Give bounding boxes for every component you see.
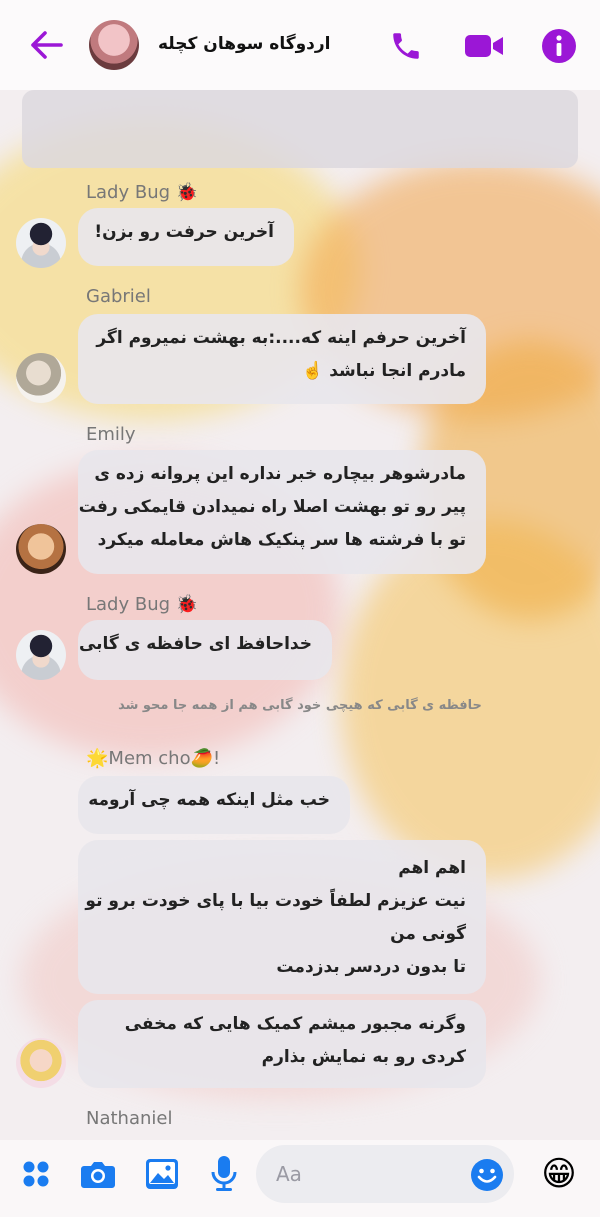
message-bubble[interactable]: آخرین حرفت رو بزن! xyxy=(78,208,294,266)
apps-grid-icon[interactable] xyxy=(18,1156,54,1192)
message-text: آخرین حرفم اینه که....:به بهشت نمیروم اگ… xyxy=(96,328,466,348)
avatar[interactable] xyxy=(16,218,66,268)
message-text: تو با فرشته ها سر پنکیک هاش معامله میکرد xyxy=(97,530,466,550)
group-avatar[interactable] xyxy=(89,20,139,70)
message-text: وگرنه مجبور میشم کمیک هایی که مخفی xyxy=(124,1014,466,1034)
avatar[interactable] xyxy=(16,353,66,403)
camera-icon[interactable] xyxy=(78,1156,118,1192)
message-text: پیر رو تو بهشت اصلا راه نمیدادن قایمکی ر… xyxy=(78,497,466,517)
message-bubble[interactable]: مادرشوهر بیچاره خبر نداره این پروانه زده… xyxy=(78,450,486,574)
info-icon[interactable] xyxy=(540,27,578,65)
message-text: مادرشوهر بیچاره خبر نداره این پروانه زده… xyxy=(94,464,466,484)
message-list: Lady Bug 🐞 آخرین حرفت رو بزن! Gabriel آخ… xyxy=(0,0,600,1217)
sender-name: Lady Bug 🐞 xyxy=(86,182,199,203)
message-bubble[interactable]: وگرنه مجبور میشم کمیک هایی که مخفی کردی … xyxy=(78,1000,486,1088)
sender-name: Emily xyxy=(86,424,136,445)
sender-name: Lady Bug 🐞 xyxy=(86,594,199,615)
message-bubble[interactable]: خب مثل اینکه همه چی آرومه xyxy=(78,776,350,834)
message-bubble[interactable]: خداحافظ ای حافظه ی گابی xyxy=(78,620,332,680)
message-bubble[interactable]: اهم اهم نیت عزیزم لطفاً خودت بیا با پای … xyxy=(78,840,486,994)
avatar[interactable] xyxy=(16,1038,66,1088)
message-text: خداحافظ ای حافظه ی گابی xyxy=(78,634,312,654)
video-camera-icon[interactable] xyxy=(462,28,506,64)
message-text: نیت عزیزم لطفاً خودت بیا با پای خودت برو… xyxy=(85,891,466,911)
avatar[interactable] xyxy=(16,630,66,680)
message-text: تا بدون دردسر بدزدمت xyxy=(276,957,466,977)
input-placeholder: Aa xyxy=(276,1162,302,1186)
avatar[interactable] xyxy=(16,524,66,574)
message-text: آخرین حرفت رو بزن! xyxy=(94,222,274,242)
message-text: گونی من xyxy=(390,924,466,944)
phone-icon[interactable] xyxy=(386,26,426,66)
message-bubble[interactable]: آخرین حرفم اینه که....:به بهشت نمیروم اگ… xyxy=(78,314,486,404)
message-text: کردی رو به نمایش بذارم xyxy=(261,1047,466,1067)
message-text: مادرم انجا نباشد ☝️ xyxy=(302,361,466,381)
sender-name: Gabriel xyxy=(86,286,151,307)
back-arrow-icon[interactable] xyxy=(26,27,66,63)
emoji-icon[interactable] xyxy=(468,1156,506,1194)
message-text: اهم اهم xyxy=(398,858,466,878)
chat-header: اردوگاه سوهان کچله xyxy=(0,0,600,90)
sender-name: 🌟Mem cho🥭! xyxy=(86,748,221,769)
sender-name: Nathaniel xyxy=(86,1108,173,1129)
chat-title[interactable]: اردوگاه سوهان کچله xyxy=(158,34,331,54)
image-icon[interactable] xyxy=(143,1156,181,1192)
message-text: خب مثل اینکه همه چی آرومه xyxy=(88,790,330,810)
system-message: حافظه ی گابی که هیچی خود گابی هم از همه … xyxy=(118,698,482,713)
microphone-icon[interactable] xyxy=(206,1154,242,1194)
reaction-emoji-button[interactable]: 😁 xyxy=(536,1152,582,1196)
